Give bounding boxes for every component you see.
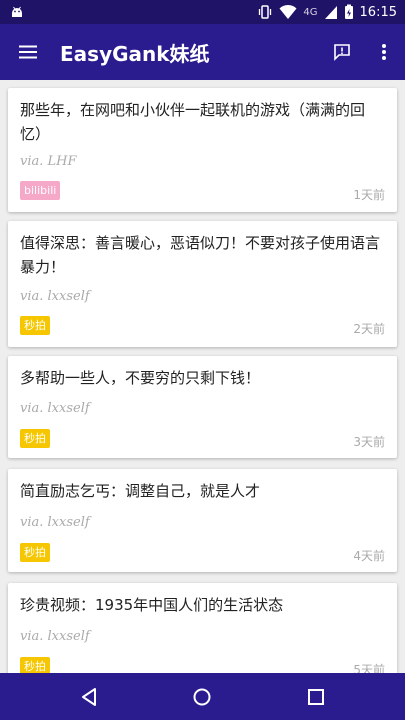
battery-icon xyxy=(344,4,353,19)
cell-signal-icon xyxy=(324,6,337,19)
overflow-menu-button[interactable] xyxy=(363,24,405,80)
card-time: 1天前 xyxy=(353,188,385,202)
page-title: EasyGank妹纸 xyxy=(60,41,210,66)
app-bar: EasyGank妹纸 xyxy=(0,24,405,80)
wifi-icon xyxy=(279,4,297,19)
card-title: 那些年，在网吧和小伙伴一起联机的游戏（满满的回忆） xyxy=(20,101,366,143)
feed-card[interactable]: 那些年，在网吧和小伙伴一起联机的游戏（满满的回忆） via. LHF bilib… xyxy=(8,88,397,212)
network-type: 4G xyxy=(303,6,318,18)
home-button[interactable] xyxy=(172,673,232,720)
system-navigation-bar xyxy=(0,673,405,720)
card-time: 2天前 xyxy=(353,322,385,336)
card-source-tag: 秒拍 xyxy=(20,657,50,673)
feed-card[interactable]: 多帮助一些人，不要穷的只剩下钱！ via. lxxself 秒拍 3天前 xyxy=(8,356,397,458)
recents-button[interactable] xyxy=(286,673,346,720)
card-time: 5天前 xyxy=(353,663,385,673)
recents-square-icon xyxy=(308,688,324,705)
more-vert-icon xyxy=(382,44,386,60)
card-title: 多帮助一些人，不要穷的只剩下钱！ xyxy=(20,369,261,387)
card-source-tag: 秒拍 xyxy=(20,316,50,335)
card-author: via. LHF xyxy=(20,154,77,169)
card-source-tag: 秒拍 xyxy=(20,543,50,562)
card-author: via. lxxself xyxy=(20,629,90,644)
menu-button[interactable] xyxy=(0,24,56,80)
card-author: via. lxxself xyxy=(20,515,90,530)
back-button[interactable] xyxy=(59,673,119,720)
status-bar: 4G 16:15 xyxy=(0,0,405,24)
card-time: 4天前 xyxy=(353,549,385,563)
card-source-tag: bilibili xyxy=(20,181,61,200)
feed-card[interactable]: 珍贵视频：1935年中国人们的生活状态 via. lxxself 秒拍 5天前 xyxy=(8,583,397,673)
card-title: 珍贵视频：1935年中国人们的生活状态 xyxy=(20,596,284,614)
hamburger-icon xyxy=(19,45,37,59)
back-triangle-icon xyxy=(82,687,96,706)
card-author: via. lxxself xyxy=(20,401,90,416)
feed-card[interactable]: 简直励志乞丐：调整自己，就是人才 via. lxxself 秒拍 4天前 xyxy=(8,469,397,572)
feed-card[interactable]: 值得深思：善言暖心，恶语似刀！不要对孩子使用语言暴力！ via. lxxself… xyxy=(8,221,397,347)
card-author: via. lxxself xyxy=(20,289,90,304)
vibrate-icon xyxy=(259,5,272,19)
feedback-icon xyxy=(334,44,350,61)
feedback-button[interactable] xyxy=(321,24,363,80)
android-icon xyxy=(12,6,22,17)
card-title: 值得深思：善言暖心，恶语似刀！不要对孩子使用语言暴力！ xyxy=(20,234,381,276)
card-title: 简直励志乞丐：调整自己，就是人才 xyxy=(20,482,261,500)
card-time: 3天前 xyxy=(353,435,385,449)
status-time: 16:15 xyxy=(359,4,397,20)
card-source-tag: 秒拍 xyxy=(20,429,50,448)
video-feed-list[interactable]: 那些年，在网吧和小伙伴一起联机的游戏（满满的回忆） via. LHF bilib… xyxy=(0,80,405,673)
home-circle-icon xyxy=(193,688,211,705)
